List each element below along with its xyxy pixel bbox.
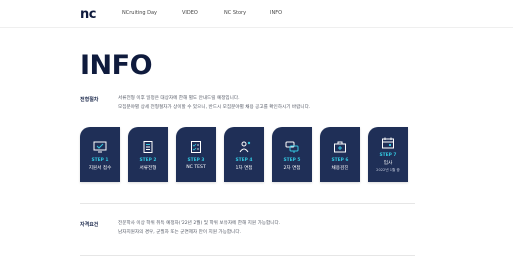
qualification-section-label: 자격요건	[80, 222, 99, 228]
interview-people-icon	[239, 141, 251, 153]
step-number: STEP 3	[187, 158, 205, 163]
nav-divider	[0, 27, 513, 28]
top-navigation: nc NCruiting Day VIDEO NC Story INFO	[0, 0, 513, 28]
monitor-check-icon	[93, 141, 107, 153]
process-steps: STEP 1 지원서 접수 STEP 2 서류전형 STEP 3 NC TEST	[80, 127, 410, 183]
section-divider	[80, 203, 415, 204]
step-label: 1차 면접	[235, 166, 253, 171]
page-title: INFO	[80, 50, 153, 81]
step-number: STEP 4	[235, 158, 253, 163]
document-list-icon	[143, 141, 153, 153]
process-line-1: 서류전형 이후 일정은 대상자에 한해 별도 안내드릴 예정입니다.	[118, 96, 240, 101]
step-number: STEP 6	[331, 158, 349, 163]
step-label: 2차 면접	[283, 166, 301, 171]
qualification-line-2: 남자지원자의 경우, 군필자 또는 군면제자 만이 지원 가능합니다.	[118, 230, 242, 235]
medical-kit-icon	[334, 141, 346, 153]
step-number: STEP 2	[139, 158, 157, 163]
step-card-2: STEP 2 서류전형	[128, 127, 168, 182]
step-number: STEP 1	[91, 158, 109, 163]
step-card-7: STEP 7 입사 2022년 1월 중	[368, 127, 408, 182]
process-section-label: 전형절차	[80, 97, 99, 103]
step-label: 지원서 접수	[88, 166, 112, 171]
nav-item-nc-story[interactable]: NC Story	[224, 10, 246, 16]
step-label: 입사	[383, 161, 393, 166]
step-number: STEP 7	[379, 153, 397, 158]
step-card-3: STEP 3 NC TEST	[176, 127, 216, 182]
nav-item-video[interactable]: VIDEO	[182, 10, 198, 16]
step-card-6: STEP 6 채용검진	[320, 127, 360, 182]
step-number: STEP 5	[283, 158, 301, 163]
checklist-icon	[191, 141, 201, 153]
step-card-5: STEP 5 2차 면접	[272, 127, 312, 182]
nav-item-info[interactable]: INFO	[270, 10, 282, 16]
chat-bubbles-icon	[285, 141, 299, 153]
step-label: NC TEST	[186, 165, 206, 170]
qualification-description: 전문학사 이상 학위 취득 예정자('22년 2월) 및 학위 보유자에 한해 …	[118, 219, 280, 237]
step-card-4: STEP 4 1차 면접	[224, 127, 264, 182]
section-divider-bottom	[80, 255, 415, 256]
nav-item-ncruiting-day[interactable]: NCruiting Day	[122, 10, 157, 16]
qualification-line-1: 전문학사 이상 학위 취득 예정자('22년 2월) 및 학위 보유자에 한해 …	[118, 221, 281, 226]
process-line-2: 모집분야별 상세 전형절차가 상이할 수 있으니, 반드시 모집분야별 채용 공…	[118, 105, 311, 110]
nc-logo[interactable]: nc	[80, 7, 96, 22]
process-description: 서류전형 이후 일정은 대상자에 한해 별도 안내드릴 예정입니다. 모집분야별…	[118, 94, 310, 112]
step-label: 채용검진	[331, 166, 349, 171]
step-label: 서류전형	[139, 166, 157, 171]
calendar-icon	[382, 137, 394, 149]
step-sublabel: 2022년 1월 중	[376, 168, 400, 172]
step-card-1: STEP 1 지원서 접수	[80, 127, 120, 182]
